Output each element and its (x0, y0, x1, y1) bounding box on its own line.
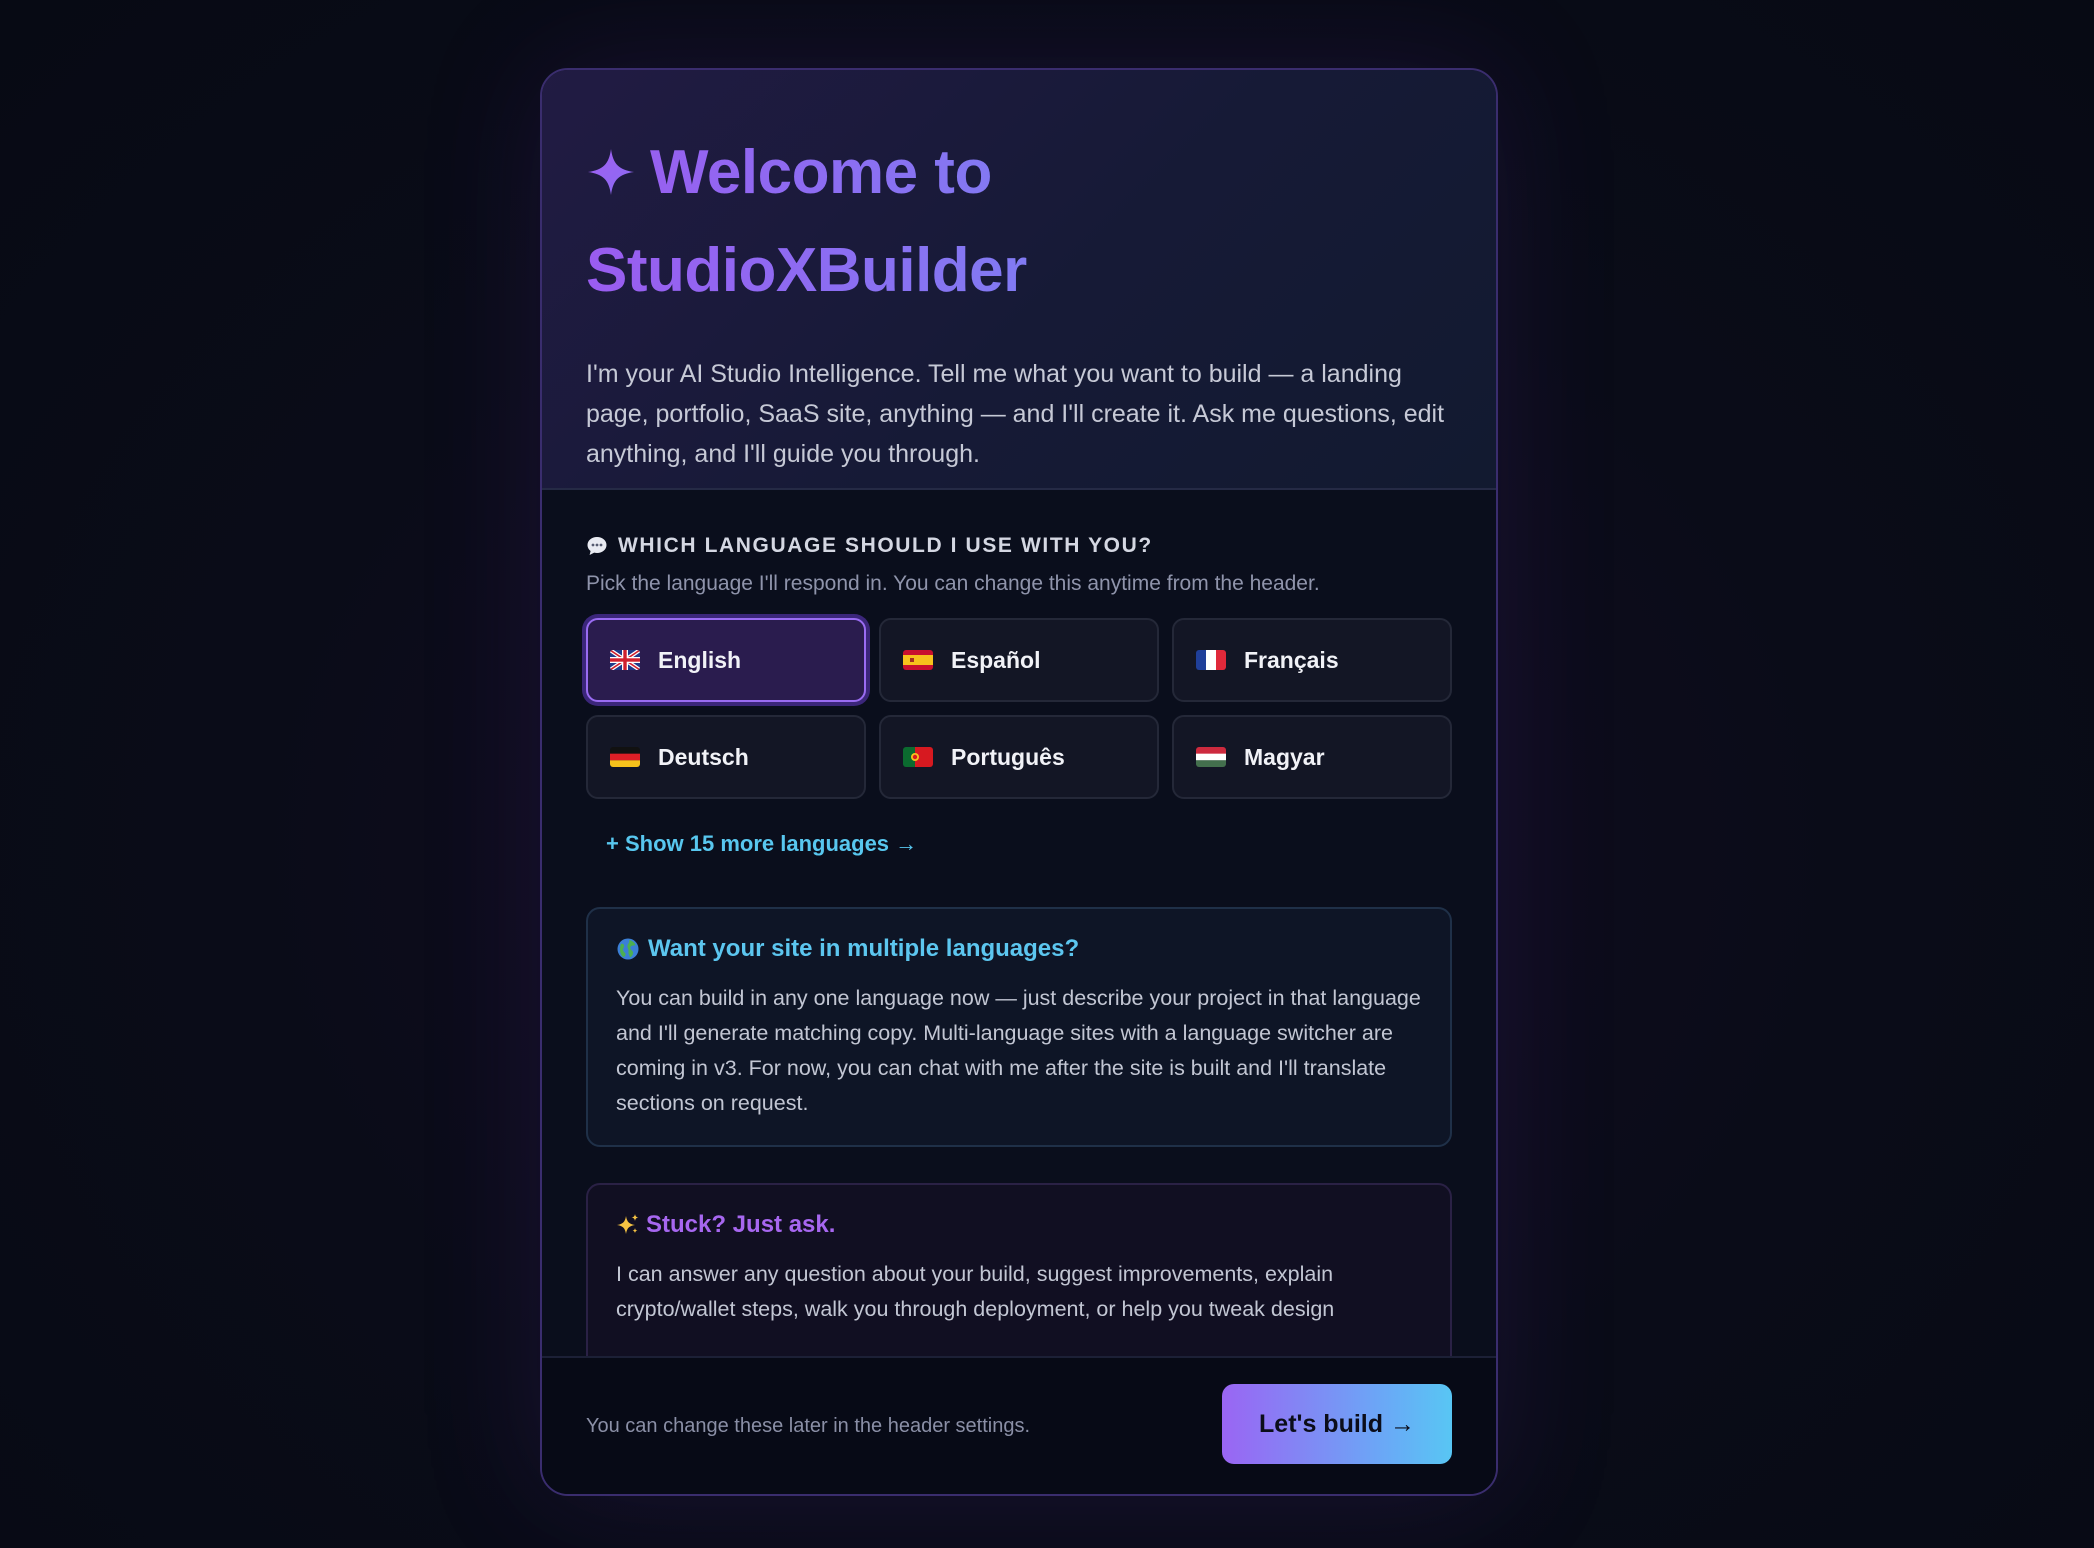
spain-flag-icon (903, 650, 933, 670)
language-subtitle: Pick the language I'll respond in. You c… (586, 572, 1320, 595)
multilanguage-info-card: Want your site in multiple languages? Yo… (586, 907, 1452, 1147)
language-option-portugues[interactable]: Português (879, 715, 1159, 799)
language-option-deutsch[interactable]: Deutsch (586, 715, 866, 799)
language-label: English (658, 646, 742, 673)
multilanguage-card-title: Want your site in multiple languages? (616, 935, 1422, 963)
language-label: Magyar (1244, 743, 1325, 770)
language-label: Português (951, 743, 1065, 770)
intro-text: I'm your AI Studio Intelligence. Tell me… (586, 360, 1445, 468)
hero-section: Welcome to StudioXBuilder I'm your AI St… (542, 70, 1496, 490)
page-title: Welcome to StudioXBuilder (586, 124, 1452, 320)
france-flag-icon (1196, 650, 1226, 670)
language-section-heading: WHICH LANGUAGE SHOULD I USE WITH YOU? (586, 534, 1452, 558)
multilanguage-card-body: You can build in any one language now — … (616, 986, 1421, 1115)
hungary-flag-icon (1196, 747, 1226, 767)
multilanguage-card-title-text: Want your site in multiple languages? (648, 935, 1080, 962)
welcome-modal: Welcome to StudioXBuilder I'm your AI St… (540, 68, 1498, 1496)
help-card-title: Stuck? Just ask. (616, 1211, 1422, 1239)
uk-flag-icon (610, 650, 640, 670)
language-option-francais[interactable]: Français (1172, 618, 1452, 702)
lets-build-button[interactable]: Let's build → (1222, 1384, 1452, 1464)
language-option-espanol[interactable]: Español (879, 618, 1159, 702)
globe-icon (617, 938, 639, 960)
language-label: Español (951, 646, 1041, 673)
help-card-title-text: Stuck? Just ask. (646, 1211, 836, 1238)
sparkles-icon (617, 1214, 639, 1234)
show-more-languages-link[interactable]: + Show 15 more languages → (606, 831, 917, 857)
language-option-magyar[interactable]: Magyar (1172, 715, 1452, 799)
language-heading-text: WHICH LANGUAGE SHOULD I USE WITH YOU? (618, 534, 1153, 557)
speech-bubble-icon (587, 537, 607, 555)
modal-body: WHICH LANGUAGE SHOULD I USE WITH YOU? Pi… (542, 490, 1496, 1383)
language-grid: English Español Français Deutsch Portugu… (586, 618, 1452, 799)
language-option-english[interactable]: English (586, 618, 866, 702)
portugal-flag-icon (903, 747, 933, 767)
footer-note: You can change these later in the header… (586, 1414, 1031, 1437)
title-line-2: StudioXBuilder (586, 236, 1027, 305)
title-line-1: Welcome to (650, 138, 992, 207)
help-card-body: I can answer any question about your bui… (616, 1262, 1335, 1321)
language-label: Deutsch (658, 743, 749, 770)
modal-footer: You can change these later in the header… (542, 1356, 1496, 1494)
help-info-card: Stuck? Just ask. I can answer any questi… (586, 1183, 1452, 1383)
germany-flag-icon (610, 747, 640, 767)
language-label: Français (1244, 646, 1339, 673)
sparkle-icon (588, 149, 634, 195)
